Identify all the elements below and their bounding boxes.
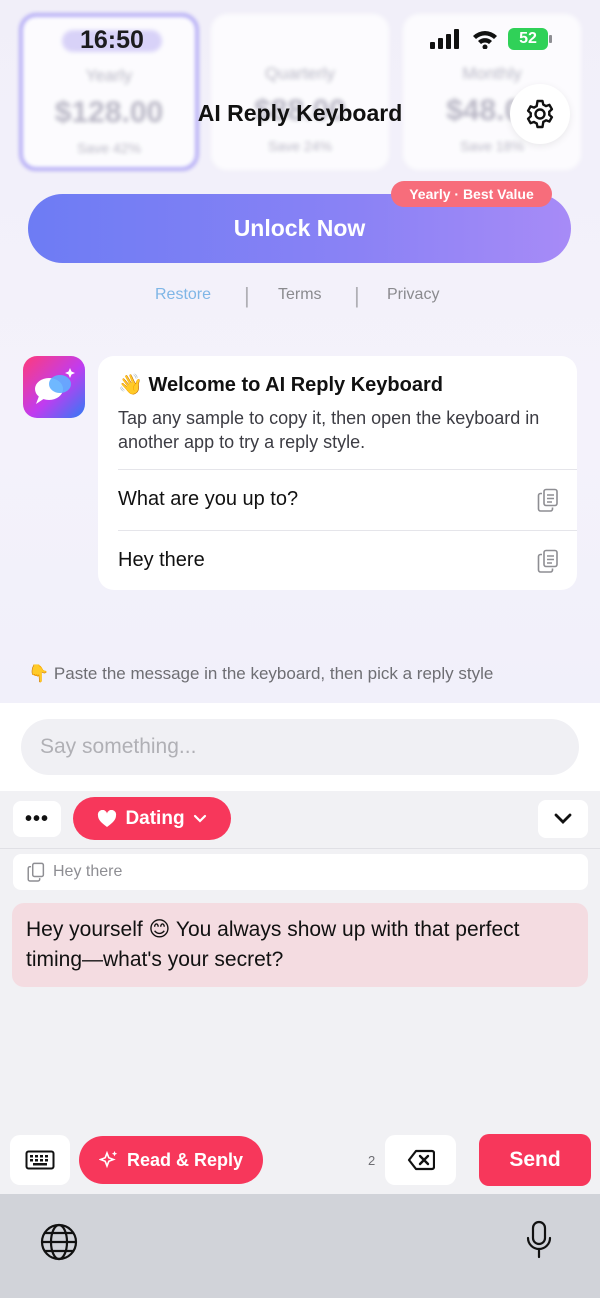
link-separator: | — [244, 283, 250, 308]
welcome-title-text: Welcome to AI Reply Keyboard — [148, 374, 443, 396]
heart-icon — [98, 809, 117, 827]
welcome-card: 👋 Welcome to AI Reply Keyboard Tap any s… — [98, 356, 577, 590]
quoted-message: Hey there — [13, 854, 588, 890]
gear-icon — [526, 99, 554, 129]
delete-button[interactable] — [385, 1135, 456, 1185]
plan-save: Save 24% — [268, 138, 332, 154]
chevron-down-icon — [554, 813, 572, 824]
wave-emoji: 👋 — [118, 374, 143, 396]
sample-message-text: Hey there — [118, 549, 205, 571]
microphone-icon[interactable] — [525, 1220, 553, 1260]
welcome-body: Tap any sample to copy it, then open the… — [118, 408, 540, 452]
plan-name: Quarterly — [265, 64, 335, 83]
composer-bar — [0, 703, 600, 791]
quoted-message-text: Hey there — [53, 863, 123, 880]
privacy-link[interactable]: Privacy — [387, 286, 439, 304]
terms-link[interactable]: Terms — [278, 286, 322, 304]
plan-name: Monthly — [462, 64, 522, 83]
sample-message-text: What are you up to? — [118, 488, 299, 510]
chevron-down-icon — [193, 814, 206, 823]
plan-save: Save 18% — [460, 138, 524, 154]
paste-hint: 👇 Paste the message in the keyboard, the… — [28, 664, 493, 684]
point-down-emoji: 👇 — [28, 664, 50, 683]
reply-style-label: Dating — [125, 807, 185, 829]
restore-link[interactable]: Restore — [155, 286, 211, 304]
system-keyboard-bar — [0, 1194, 600, 1298]
status-time: 16:50 — [80, 26, 144, 54]
more-options-button[interactable]: ••• — [13, 801, 61, 837]
settings-button[interactable] — [510, 84, 570, 144]
wifi-icon — [473, 31, 497, 49]
legal-links: Restore | Terms | Privacy — [0, 283, 600, 308]
backspace-icon — [407, 1149, 435, 1171]
battery-icon: 52 — [508, 28, 552, 50]
sample-message-row[interactable]: Hey there — [118, 530, 577, 590]
suggested-reply[interactable]: Hey yourself 😊 You always show up with t… — [12, 903, 588, 987]
welcome-title: 👋 Welcome to AI Reply Keyboard — [118, 372, 443, 397]
message-count: 2 — [368, 1153, 376, 1168]
plan-name: Yearly — [85, 66, 133, 85]
copy-icon[interactable] — [537, 549, 559, 573]
send-button[interactable]: Send — [479, 1134, 591, 1186]
best-value-badge: Yearly · Best Value — [391, 181, 552, 207]
keyboard-action-row: Read & Reply 2 Send — [0, 1125, 600, 1195]
keyboard-icon — [25, 1150, 55, 1170]
cellular-signal-icon — [430, 29, 459, 49]
sample-message-row[interactable]: What are you up to? — [118, 469, 577, 529]
plan-save: Save 42% — [77, 140, 141, 156]
copy-icon — [27, 862, 45, 882]
paste-hint-text: Paste the message in the keyboard, then … — [53, 664, 494, 683]
read-reply-button[interactable]: Read & Reply — [79, 1136, 263, 1184]
say-something-input[interactable] — [21, 719, 579, 775]
copy-icon[interactable] — [537, 488, 559, 512]
plan-card-quarterly[interactable]: Quarterly $88.00 Save 24% — [211, 14, 389, 170]
globe-icon[interactable] — [40, 1223, 78, 1261]
divider — [0, 848, 600, 849]
read-reply-label: Read & Reply — [126, 1149, 244, 1170]
switch-keyboard-button[interactable] — [10, 1135, 70, 1185]
app-logo — [23, 356, 85, 418]
collapse-button[interactable] — [538, 800, 588, 838]
sparkle-icon — [98, 1150, 118, 1169]
reply-style-dropdown[interactable]: Dating — [73, 797, 231, 840]
link-separator: | — [354, 283, 360, 308]
status-icons: 52 — [430, 28, 552, 50]
